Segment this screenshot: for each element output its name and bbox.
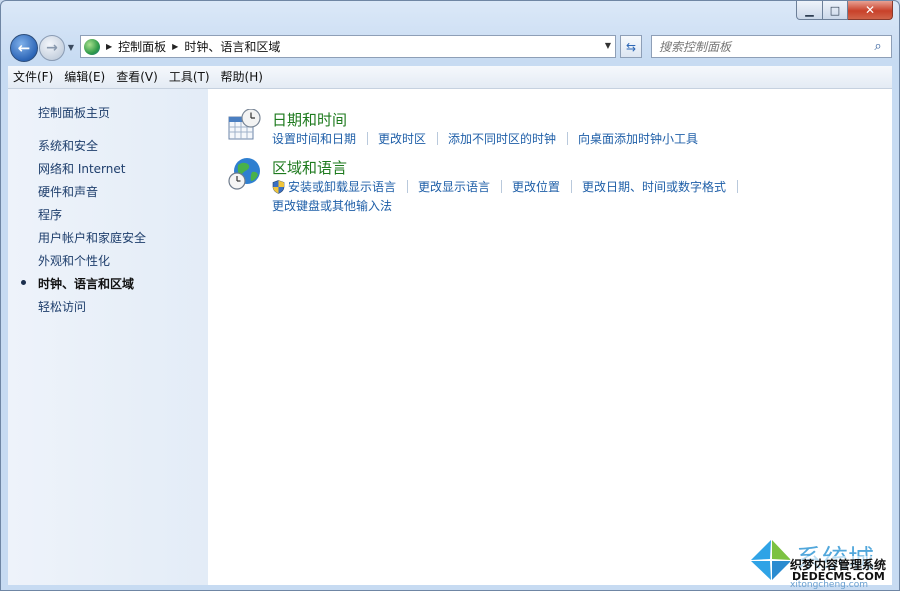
task-separator	[437, 132, 439, 145]
forward-arrow-icon: →	[46, 40, 58, 56]
task-add-clock-gadget[interactable]: 向桌面添加时钟小工具	[578, 130, 698, 147]
menu-view[interactable]: 查看(V)	[111, 66, 163, 88]
refresh-button[interactable]: ⇆	[620, 35, 642, 58]
sidebar-item-user-accounts[interactable]: 用户帐户和家庭安全	[38, 229, 146, 246]
task-change-display-language[interactable]: 更改显示语言	[418, 178, 490, 195]
uac-shield-icon	[272, 179, 285, 194]
back-button[interactable]: ←	[10, 34, 38, 62]
task-change-location[interactable]: 更改位置	[512, 178, 560, 195]
breadcrumb-arrow-icon[interactable]: ▶	[172, 42, 178, 51]
search-input[interactable]	[652, 38, 869, 55]
sidebar-item-ease-of-access[interactable]: 轻松访问	[38, 298, 86, 315]
watermark-line3: xitongcheng.com	[790, 580, 868, 590]
calendar-clock-icon[interactable]	[228, 109, 262, 143]
breadcrumb-arrow-icon[interactable]: ▶	[106, 42, 112, 51]
address-dropdown-icon[interactable]: ▼	[605, 41, 611, 50]
menu-bar: 文件(F) 编辑(E) 查看(V) 工具(T) 帮助(H)	[8, 66, 892, 89]
active-bullet-icon	[21, 280, 26, 285]
sidebar-home-link[interactable]: 控制面板主页	[38, 104, 110, 121]
control-panel-icon	[84, 38, 100, 55]
task-add-clocks[interactable]: 添加不同时区的时钟	[448, 130, 556, 147]
menu-file[interactable]: 文件(F)	[8, 66, 58, 88]
search-box[interactable]: ⌕	[651, 35, 892, 58]
task-separator	[567, 132, 569, 145]
breadcrumb-clock-language-region[interactable]: 时钟、语言和区域	[184, 38, 280, 55]
task-set-time-date[interactable]: 设置时间和日期	[272, 130, 356, 147]
forward-button[interactable]: →	[39, 35, 65, 61]
task-change-formats[interactable]: 更改日期、时间或数字格式	[582, 178, 726, 195]
task-separator	[501, 180, 503, 193]
address-bar[interactable]: ▶ 控制面板 ▶ 时钟、语言和区域 ▼	[80, 35, 616, 58]
task-separator	[737, 180, 739, 193]
sidebar-item-network[interactable]: 网络和 Internet	[38, 160, 125, 177]
globe-clock-icon[interactable]	[228, 157, 262, 191]
task-separator	[407, 180, 409, 193]
minimize-button[interactable]: ▁	[796, 1, 823, 20]
task-change-time-zone[interactable]: 更改时区	[378, 130, 426, 147]
breadcrumb-control-panel[interactable]: 控制面板	[118, 38, 166, 55]
back-arrow-icon: ←	[17, 39, 31, 57]
category-title-region-language[interactable]: 区域和语言	[272, 157, 347, 178]
watermark-logo-icon	[749, 538, 793, 582]
caption-buttons: ▁ □ ✕	[796, 1, 893, 20]
close-button[interactable]: ✕	[848, 1, 893, 20]
task-separator	[367, 132, 369, 145]
category-title-date-time[interactable]: 日期和时间	[272, 109, 347, 130]
sidebar: 控制面板主页 系统和安全 网络和 Internet 硬件和声音 程序 用户帐户和…	[8, 89, 208, 585]
refresh-icon: ⇆	[625, 39, 637, 54]
navigation-bar: ← → ▼ ▶ 控制面板 ▶ 时钟、语言和区域 ▼ ⇆ ⌕	[1, 31, 899, 65]
maximize-button[interactable]: □	[823, 1, 848, 20]
sidebar-item-appearance[interactable]: 外观和个性化	[38, 252, 110, 269]
sidebar-item-clock-language-region[interactable]: 时钟、语言和区域	[38, 275, 134, 292]
task-links-region-language-line2: 更改键盘或其他输入法	[272, 197, 392, 214]
content-area: 控制面板主页 系统和安全 网络和 Internet 硬件和声音 程序 用户帐户和…	[8, 89, 892, 585]
menu-edit[interactable]: 编辑(E)	[59, 66, 110, 88]
task-links-region-language: 安装或卸载显示语言 更改显示语言 更改位置 更改日期、时间或数字格式	[272, 178, 748, 195]
sidebar-item-hardware-sound[interactable]: 硬件和声音	[38, 183, 98, 200]
task-install-display-language[interactable]: 安装或卸载显示语言	[288, 178, 396, 195]
control-panel-window: ▁ □ ✕ ← → ▼ ▶ 控制面板 ▶ 时钟、语言和区域 ▼ ⇆ ⌕ 文件(F…	[0, 0, 900, 591]
task-links-date-time: 设置时间和日期 更改时区 添加不同时区的时钟 向桌面添加时钟小工具	[272, 130, 698, 147]
menu-help[interactable]: 帮助(H)	[216, 66, 268, 88]
sidebar-item-system-security[interactable]: 系统和安全	[38, 137, 98, 154]
task-change-keyboards[interactable]: 更改键盘或其他输入法	[272, 197, 392, 214]
search-icon[interactable]: ⌕	[869, 39, 887, 54]
task-separator	[571, 180, 573, 193]
recent-pages-dropdown[interactable]: ▼	[66, 41, 76, 53]
menu-tools[interactable]: 工具(T)	[164, 66, 215, 88]
sidebar-item-programs[interactable]: 程序	[38, 206, 62, 223]
